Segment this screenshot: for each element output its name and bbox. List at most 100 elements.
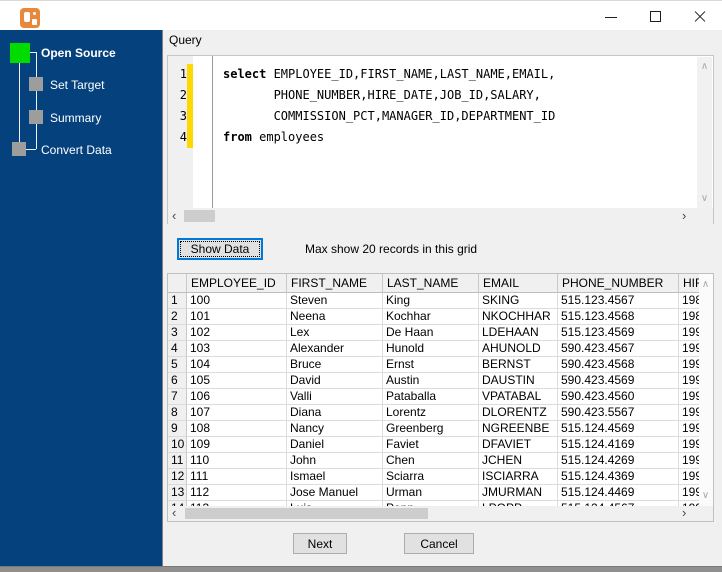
employee-id-cell[interactable]: 111	[187, 469, 287, 485]
sql-line[interactable]: from employees	[223, 127, 324, 148]
row-number-cell[interactable]: 9	[168, 421, 187, 437]
employee-id-cell[interactable]: 109	[187, 437, 287, 453]
email-cell[interactable]: BERNST	[479, 357, 558, 373]
first-name-cell[interactable]: Bruce	[287, 357, 383, 373]
editor-hscroll-thumb[interactable]	[184, 210, 215, 222]
sql-editor[interactable]: 1 2 3 4 select EMPLOYEE_ID,FIRST_NAME,LA…	[167, 55, 714, 224]
email-cell[interactable]: DAUSTIN	[479, 373, 558, 389]
last-name-cell[interactable]: Chen	[383, 453, 479, 469]
scroll-up-icon[interactable]: ∧	[698, 279, 713, 290]
first-name-cell[interactable]: Neena	[287, 309, 383, 325]
minimize-button[interactable]	[588, 1, 633, 31]
first-name-cell[interactable]: Valli	[287, 389, 383, 405]
editor-vertical-scrollbar[interactable]: ∧ ∨	[697, 57, 712, 208]
next-button[interactable]: Next	[293, 533, 347, 554]
email-cell[interactable]: SKING	[479, 293, 558, 309]
row-number-cell[interactable]: 4	[168, 341, 187, 357]
email-cell[interactable]: JMURMAN	[479, 485, 558, 501]
email-cell[interactable]: JCHEN	[479, 453, 558, 469]
phone-number-cell[interactable]: 590.423.4569	[558, 373, 679, 389]
hire-date-cell[interactable]: 1993	[679, 325, 701, 341]
phone-number-cell[interactable]: 515.124.4569	[558, 421, 679, 437]
row-number-cell[interactable]: 7	[168, 389, 187, 405]
last-name-cell[interactable]: De Haan	[383, 325, 479, 341]
grid-header-last-name[interactable]: LAST_NAME	[383, 274, 479, 293]
last-name-cell[interactable]: Ernst	[383, 357, 479, 373]
grid-header-phone-number[interactable]: PHONE_NUMBER	[558, 274, 679, 293]
employee-id-cell[interactable]: 102	[187, 325, 287, 341]
email-cell[interactable]: AHUNOLD	[479, 341, 558, 357]
hire-date-cell[interactable]: 1997	[679, 469, 701, 485]
last-name-cell[interactable]: Pataballa	[383, 389, 479, 405]
first-name-cell[interactable]: Lex	[287, 325, 383, 341]
hire-date-cell[interactable]: 1994	[679, 437, 701, 453]
phone-number-cell[interactable]: 515.124.4169	[558, 437, 679, 453]
last-name-cell[interactable]: Greenberg	[383, 421, 479, 437]
email-cell[interactable]: DFAVIET	[479, 437, 558, 453]
employee-id-cell[interactable]: 104	[187, 357, 287, 373]
last-name-cell[interactable]: Austin	[383, 373, 479, 389]
sql-line[interactable]: select EMPLOYEE_ID,FIRST_NAME,LAST_NAME,…	[223, 64, 555, 85]
row-number-cell[interactable]: 2	[168, 309, 187, 325]
last-name-cell[interactable]: Faviet	[383, 437, 479, 453]
scroll-down-icon[interactable]: ∨	[697, 193, 712, 204]
hire-date-cell[interactable]: 1990	[679, 341, 701, 357]
row-number-cell[interactable]: 11	[168, 453, 187, 469]
last-name-cell[interactable]: King	[383, 293, 479, 309]
first-name-cell[interactable]: Jose Manuel	[287, 485, 383, 501]
row-number-cell[interactable]: 3	[168, 325, 187, 341]
sql-line[interactable]: COMMISSION_PCT,MANAGER_ID,DEPARTMENT_ID	[223, 106, 556, 127]
first-name-cell[interactable]: Steven	[287, 293, 383, 309]
row-number-cell[interactable]: 8	[168, 405, 187, 421]
phone-number-cell[interactable]: 515.124.4469	[558, 485, 679, 501]
grid-header-rownum[interactable]	[168, 274, 187, 293]
phone-number-cell[interactable]: 515.123.4567	[558, 293, 679, 309]
row-number-cell[interactable]: 6	[168, 373, 187, 389]
grid-header-first-name[interactable]: FIRST_NAME	[287, 274, 383, 293]
phone-number-cell[interactable]: 515.123.4568	[558, 309, 679, 325]
phone-number-cell[interactable]: 515.124.4269	[558, 453, 679, 469]
employee-id-cell[interactable]: 107	[187, 405, 287, 421]
hire-date-cell[interactable]: 1997	[679, 453, 701, 469]
phone-number-cell[interactable]: 515.123.4569	[558, 325, 679, 341]
grid-horizontal-scrollbar[interactable]: ‹ ›	[168, 506, 713, 521]
grid-header-email[interactable]: EMAIL	[479, 274, 558, 293]
phone-number-cell[interactable]: 590.423.4568	[558, 357, 679, 373]
scroll-right-icon[interactable]: ›	[682, 209, 686, 223]
phone-number-cell[interactable]: 590.423.4567	[558, 341, 679, 357]
hire-date-cell[interactable]: 1998	[679, 389, 701, 405]
hire-date-cell[interactable]: 1991	[679, 357, 701, 373]
employee-id-cell[interactable]: 112	[187, 485, 287, 501]
last-name-cell[interactable]: Sciarra	[383, 469, 479, 485]
scroll-left-icon[interactable]: ‹	[172, 209, 176, 223]
email-cell[interactable]: ISCIARRA	[479, 469, 558, 485]
hire-date-cell[interactable]: 1994	[679, 421, 701, 437]
first-name-cell[interactable]: Nancy	[287, 421, 383, 437]
grid-header-employee-id[interactable]: EMPLOYEE_ID	[187, 274, 287, 293]
row-number-cell[interactable]: 12	[168, 469, 187, 485]
employee-id-cell[interactable]: 101	[187, 309, 287, 325]
email-cell[interactable]: VPATABAL	[479, 389, 558, 405]
employee-id-cell[interactable]: 103	[187, 341, 287, 357]
phone-number-cell[interactable]: 590.423.4560	[558, 389, 679, 405]
show-data-button[interactable]: Show Data	[177, 238, 263, 260]
first-name-cell[interactable]: David	[287, 373, 383, 389]
hire-date-cell[interactable]: 1999	[679, 405, 701, 421]
last-name-cell[interactable]: Hunold	[383, 341, 479, 357]
employee-id-cell[interactable]: 105	[187, 373, 287, 389]
first-name-cell[interactable]: Ismael	[287, 469, 383, 485]
row-number-cell[interactable]: 1	[168, 293, 187, 309]
first-name-cell[interactable]: Diana	[287, 405, 383, 421]
email-cell[interactable]: DLORENTZ	[479, 405, 558, 421]
employee-id-cell[interactable]: 108	[187, 421, 287, 437]
hire-date-cell[interactable]: 1987	[679, 293, 701, 309]
last-name-cell[interactable]: Lorentz	[383, 405, 479, 421]
maximize-button[interactable]	[633, 1, 678, 31]
scroll-left-icon[interactable]: ‹	[172, 506, 176, 520]
sql-line[interactable]: PHONE_NUMBER,HIRE_DATE,JOB_ID,SALARY,	[223, 85, 541, 106]
employee-id-cell[interactable]: 100	[187, 293, 287, 309]
scroll-up-icon[interactable]: ∧	[697, 61, 712, 72]
cancel-button[interactable]: Cancel	[404, 533, 474, 554]
close-button[interactable]	[677, 1, 722, 31]
phone-number-cell[interactable]: 515.124.4369	[558, 469, 679, 485]
